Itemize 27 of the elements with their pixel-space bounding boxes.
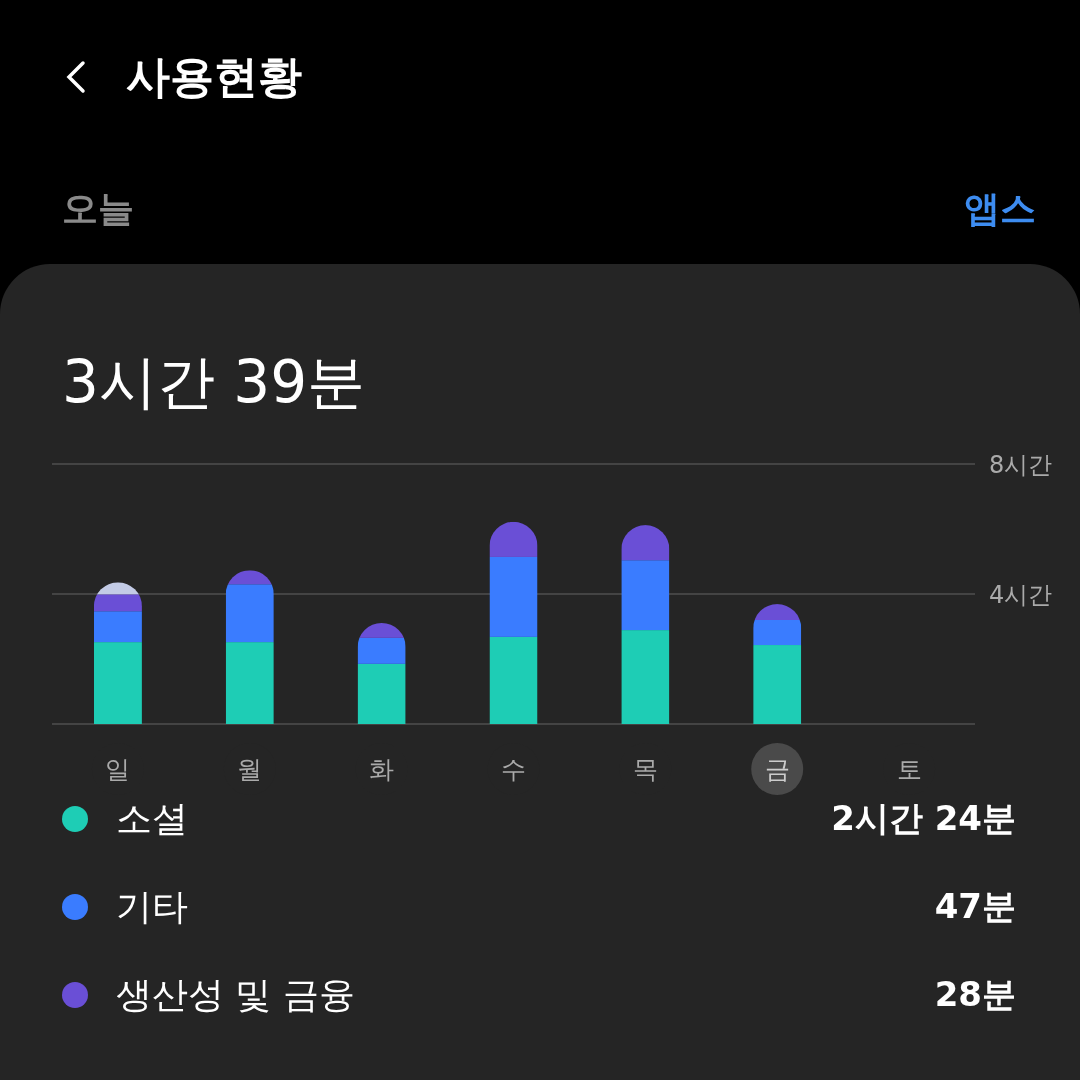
back-icon[interactable]	[66, 60, 86, 94]
x-tick-label: 월	[237, 755, 263, 784]
axis-label: 8시간	[989, 451, 1053, 479]
x-tick-label: 수	[501, 755, 526, 784]
category-time: 2시간 24분	[831, 797, 1016, 840]
x-tick-label: 금	[764, 755, 790, 784]
period-label: 오늘	[62, 186, 134, 231]
category-name: 기타	[116, 884, 189, 929]
x-tick-label: 일	[105, 755, 131, 784]
category-name: 소셜	[116, 796, 189, 841]
day-tab[interactable]: 일	[91, 743, 144, 795]
total-time: 3시간 39분	[61, 347, 367, 414]
axis-label: 4시간	[989, 581, 1053, 609]
category-time: 28분	[934, 973, 1016, 1016]
day-tab[interactable]: 수	[487, 743, 540, 795]
apps-link[interactable]: 앱스	[964, 184, 1036, 234]
x-tick-label: 토	[896, 755, 922, 784]
x-tick-label: 목	[632, 755, 658, 784]
day-tab[interactable]: 화	[355, 743, 408, 795]
day-tab[interactable]: 목	[619, 743, 672, 795]
day-tab[interactable]: 월	[223, 743, 276, 795]
screen-title: 사용현황	[126, 49, 302, 104]
x-tick-label: 화	[369, 755, 395, 784]
category-time: 47분	[934, 885, 1016, 928]
category-name: 생산성 및 금융	[116, 972, 356, 1017]
day-tab[interactable]: 토	[883, 743, 936, 795]
day-tab[interactable]: 금	[751, 743, 804, 795]
